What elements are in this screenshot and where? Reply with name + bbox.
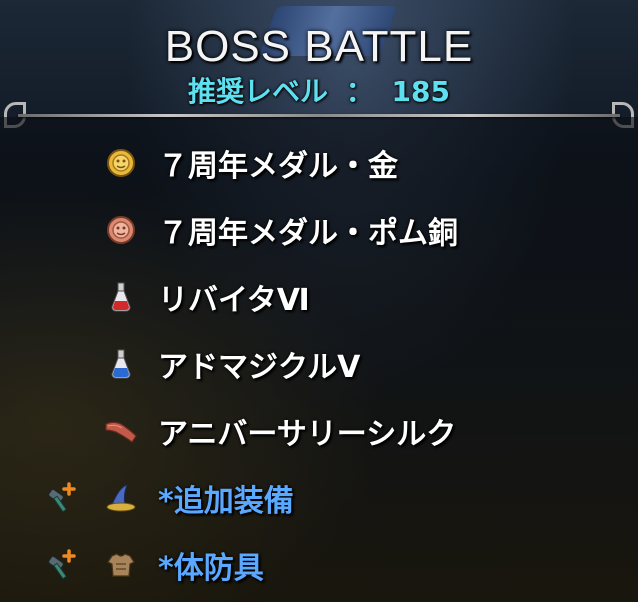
wizard-hat-icon [104, 481, 138, 515]
reward-item[interactable]: リバイタⅥ [0, 273, 638, 321]
level-label: 推奨レベル [188, 75, 329, 108]
reward-label: ７周年メダル・ポム銅 [158, 216, 458, 251]
reward-item[interactable]: ７周年メダル・ポム銅 [0, 206, 638, 254]
extra-label: *追加装備 [158, 484, 294, 519]
bronze-pom-medal-icon [104, 213, 138, 247]
silk-cloth-icon [104, 414, 138, 448]
reward-label: ７周年メダル・金 [158, 149, 398, 184]
reward-list: ７周年メダル・金 ７周年メダル・ポム銅 リバイタⅥ アドマジクルⅤ アニバーサリ… [0, 117, 638, 602]
hammer-plus-icon [44, 481, 78, 515]
blue-potion-icon [104, 347, 138, 381]
reward-item[interactable]: ７周年メダル・金 [0, 139, 638, 187]
red-potion-icon [104, 280, 138, 314]
gold-medal-icon [104, 146, 138, 180]
extra-equipment-item[interactable]: *追加装備 [0, 474, 638, 522]
body-armor-icon [104, 548, 138, 582]
reward-item[interactable]: アドマジクルⅤ [0, 340, 638, 388]
reward-label: アニバーサリーシルク [158, 417, 457, 452]
boss-title: BOSS BATTLE [164, 22, 474, 71]
extra-equipment-item[interactable]: *体防具 [0, 541, 638, 589]
reward-label: アドマジクルⅤ [158, 350, 361, 385]
level-separator: ： [345, 75, 374, 108]
extra-label: *体防具 [158, 551, 264, 586]
recommended-level: 推奨レベル ： 185 [0, 70, 638, 110]
boss-header: BOSS BATTLE 推奨レベル ： 185 [0, 0, 638, 112]
reward-label: リバイタⅥ [158, 283, 310, 318]
hammer-plus-icon [44, 548, 78, 582]
reward-item[interactable]: アニバーサリーシルク [0, 407, 638, 455]
level-value: 185 [391, 75, 450, 108]
